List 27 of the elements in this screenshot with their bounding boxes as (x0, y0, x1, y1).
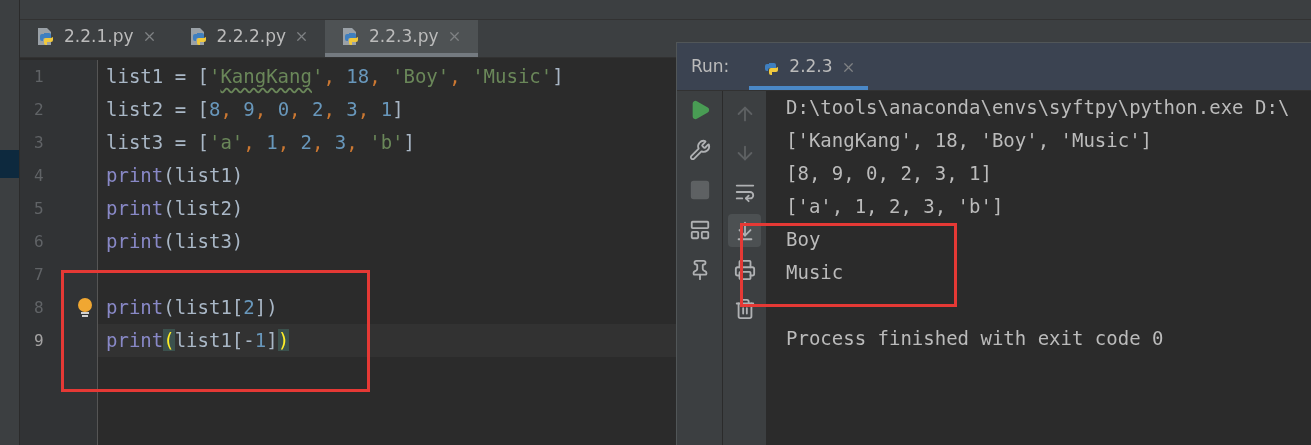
console-output-line: [8, 9, 0, 2, 3, 1] (786, 164, 992, 183)
code-line: print(list1[-1]) (106, 331, 290, 350)
code-line: print(list1[2]) (106, 298, 278, 317)
code-line: list2 = [8, 9, 0, 2, 3, 1] (106, 100, 404, 119)
code-line: list1 = ['KangKang', 18, 'Boy', 'Music'] (106, 67, 564, 86)
editor-tab[interactable]: 2.2.1.py (20, 20, 173, 57)
code-line: list3 = ['a', 1, 2, 3, 'b'] (106, 133, 415, 152)
run-panel-title: Run: (690, 54, 731, 78)
console-output-line: Music (786, 263, 844, 282)
python-file-icon (188, 26, 209, 47)
console-output-line: ['KangKang', 18, 'Boy', 'Music'] (786, 131, 1153, 150)
code-line: print(list1) (106, 166, 244, 185)
code-line: print(list2) (106, 199, 244, 218)
editor-tab[interactable]: 2.2.3.py (325, 20, 478, 57)
run-tab[interactable]: 2.2.3 (749, 48, 868, 90)
sidebar-selection (0, 150, 19, 178)
code-line: print(list3) (106, 232, 244, 251)
lightbulb-icon[interactable] (77, 296, 93, 319)
python-file-icon (36, 26, 56, 47)
editor-tab[interactable]: 2.2.2.py (172, 20, 326, 57)
console-output-line: D:\tools\anaconda\envs\syftpy\python.exe D:\ (786, 98, 1290, 117)
console-output-line: ['a', 1, 2, 3, 'b'] (786, 197, 1004, 216)
console-output-line: Boy (786, 230, 821, 249)
settings-icon[interactable] (688, 139, 711, 161)
line-number: 9 (34, 329, 44, 352)
layout-icon[interactable] (688, 219, 711, 241)
exit-message: Process finished with exit code 0 (786, 329, 1164, 348)
